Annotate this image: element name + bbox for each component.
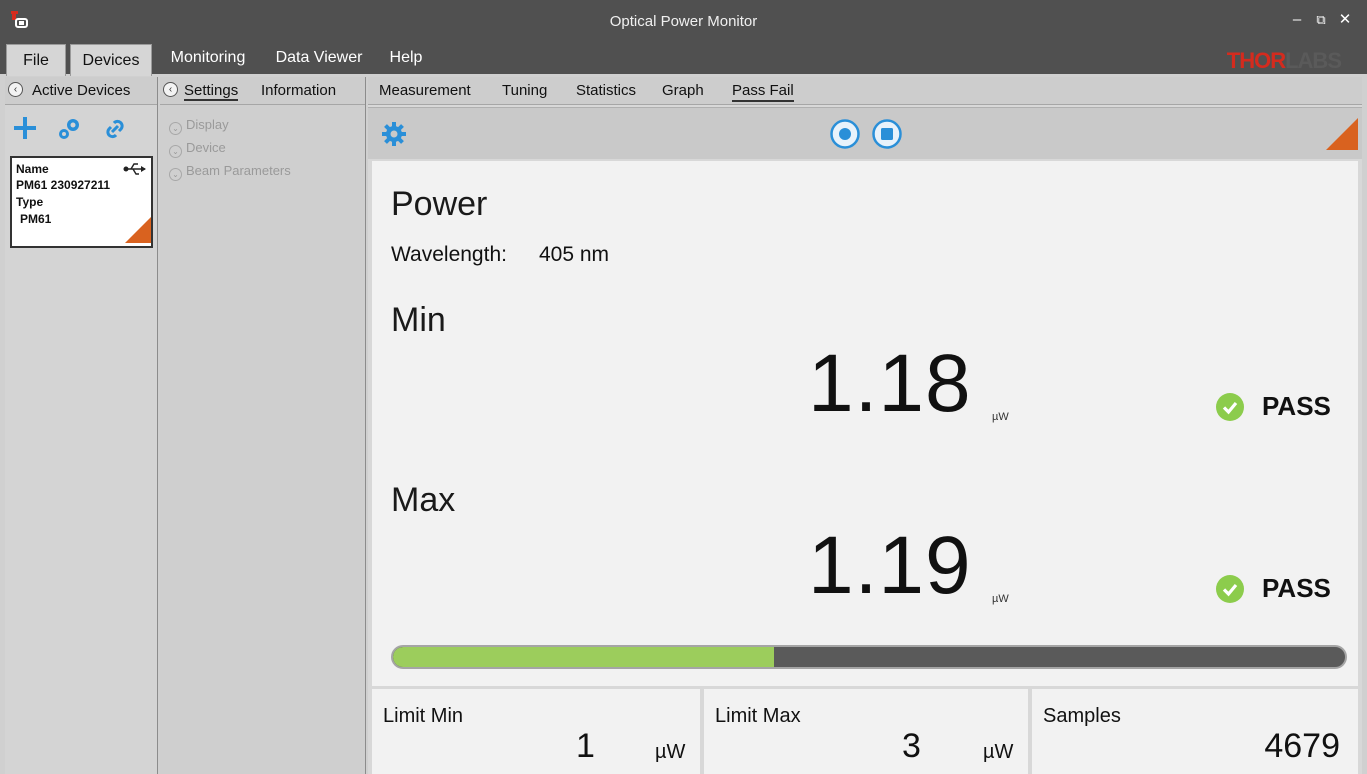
check-circle-icon [1216, 575, 1244, 603]
limit-max-box[interactable]: Limit Max 3 µW [704, 689, 1028, 774]
device-type-label: Type [16, 195, 44, 209]
settings-item-label: Display [186, 117, 229, 132]
settings-item-beam-parameters[interactable]: ⌄ Beam Parameters [169, 163, 291, 181]
chevron-down-icon: ⌄ [169, 122, 182, 135]
samples-box: Samples 4679 [1032, 689, 1358, 774]
main-tabs: Measurement Tuning Statistics Graph Pass… [368, 77, 1362, 105]
menu-devices[interactable]: Devices [70, 44, 152, 76]
tab-information[interactable]: Information [261, 82, 336, 99]
settings-panel: ‹ Settings Information ⌄ Display ⌄ Device … [160, 77, 366, 774]
active-devices-header: ‹ Active Devices [5, 77, 157, 105]
settings-item-device[interactable]: ⌄ Device [169, 140, 226, 158]
samples-label: Samples [1043, 705, 1121, 727]
chevron-down-icon: ⌄ [169, 168, 182, 181]
min-unit: µW [992, 411, 1009, 423]
settings-header: ‹ Settings Information [160, 77, 365, 105]
progress-fill [393, 647, 774, 667]
limit-max-value: 3 [902, 727, 921, 765]
min-label: Min [391, 301, 446, 339]
limit-min-unit: µW [655, 741, 686, 763]
limit-max-unit: µW [983, 741, 1014, 763]
main-panel: Measurement Tuning Statistics Graph Pass… [368, 77, 1362, 774]
wavelength-label: Wavelength: [391, 243, 507, 266]
power-label: Power [391, 185, 488, 223]
link-icon[interactable] [102, 117, 128, 146]
add-device-icon[interactable] [12, 115, 38, 146]
max-label: Max [391, 481, 456, 519]
menu-data-viewer[interactable]: Data Viewer [266, 42, 372, 74]
device-type-value: PM61 [20, 212, 52, 226]
app-window: Optical Power Monitor – ⧉ ✕ File Devices… [0, 0, 1367, 774]
record-button[interactable] [829, 118, 861, 155]
device-selected-corner-icon [125, 217, 151, 246]
pass-fail-toolbar [368, 107, 1362, 159]
limit-max-label: Limit Max [715, 705, 801, 727]
window-title: Optical Power Monitor [609, 13, 758, 30]
samples-value: 4679 [1264, 727, 1340, 765]
tab-pass-fail[interactable]: Pass Fail [732, 82, 794, 102]
chevron-down-icon: ⌄ [169, 145, 182, 158]
menu-help[interactable]: Help [382, 42, 430, 74]
thorlabs-logo: THORLABS [1226, 48, 1342, 74]
min-status: PASS [1262, 391, 1331, 421]
check-circle-icon [1216, 393, 1244, 421]
settings-item-label: Beam Parameters [186, 163, 291, 178]
corner-marker-icon [1326, 118, 1358, 155]
tab-tuning[interactable]: Tuning [502, 82, 547, 99]
active-devices-panel: ‹ Active Devices Name PM61 230927211 Typ… [5, 77, 158, 774]
menu-bar: File Devices Monitoring Data Viewer Help [0, 42, 1367, 76]
tab-statistics[interactable]: Statistics [576, 82, 636, 99]
tab-settings[interactable]: Settings [184, 82, 239, 101]
pass-fail-content: Power Wavelength: 405 nm Min 1.18 µW PAS… [372, 161, 1358, 686]
wavelength-value: 405 nm [539, 243, 610, 266]
logo-text-thor: THOR [1226, 48, 1286, 73]
limit-min-box[interactable]: Limit Min 1 µW [372, 689, 700, 774]
title-bar: Optical Power Monitor – ⧉ ✕ [0, 0, 1367, 42]
device-name-label: Name [16, 162, 49, 176]
max-value: 1.19 [808, 520, 972, 611]
gear-icon[interactable] [381, 121, 407, 152]
minimize-button[interactable]: – [1286, 9, 1308, 31]
tab-graph[interactable]: Graph [662, 82, 704, 99]
menu-file[interactable]: File [6, 44, 66, 76]
max-status: PASS [1262, 573, 1331, 603]
usb-icon [123, 162, 147, 179]
collapse-left-icon[interactable]: ‹ [8, 82, 23, 97]
logo-text-labs: LABS [1285, 48, 1342, 73]
limit-min-value: 1 [576, 727, 595, 765]
limit-min-label: Limit Min [383, 705, 464, 727]
stop-button[interactable] [871, 118, 903, 155]
device-settings-icon[interactable] [57, 117, 83, 146]
close-button[interactable]: ✕ [1334, 9, 1356, 31]
settings-item-label: Device [186, 140, 226, 155]
max-unit: µW [992, 593, 1009, 605]
menu-monitoring[interactable]: Monitoring [158, 42, 258, 74]
tab-measurement[interactable]: Measurement [379, 82, 471, 99]
min-value: 1.18 [808, 338, 972, 429]
settings-item-display[interactable]: ⌄ Display [169, 117, 229, 135]
device-card[interactable]: Name PM61 230927211 Type PM61 [10, 156, 153, 248]
device-name-value: PM61 230927211 [16, 178, 111, 192]
restore-button[interactable]: ⧉ [1310, 9, 1332, 31]
active-devices-title: Active Devices [32, 82, 131, 99]
collapse-mid-icon[interactable]: ‹ [163, 82, 178, 97]
progress-bar [391, 645, 1347, 669]
